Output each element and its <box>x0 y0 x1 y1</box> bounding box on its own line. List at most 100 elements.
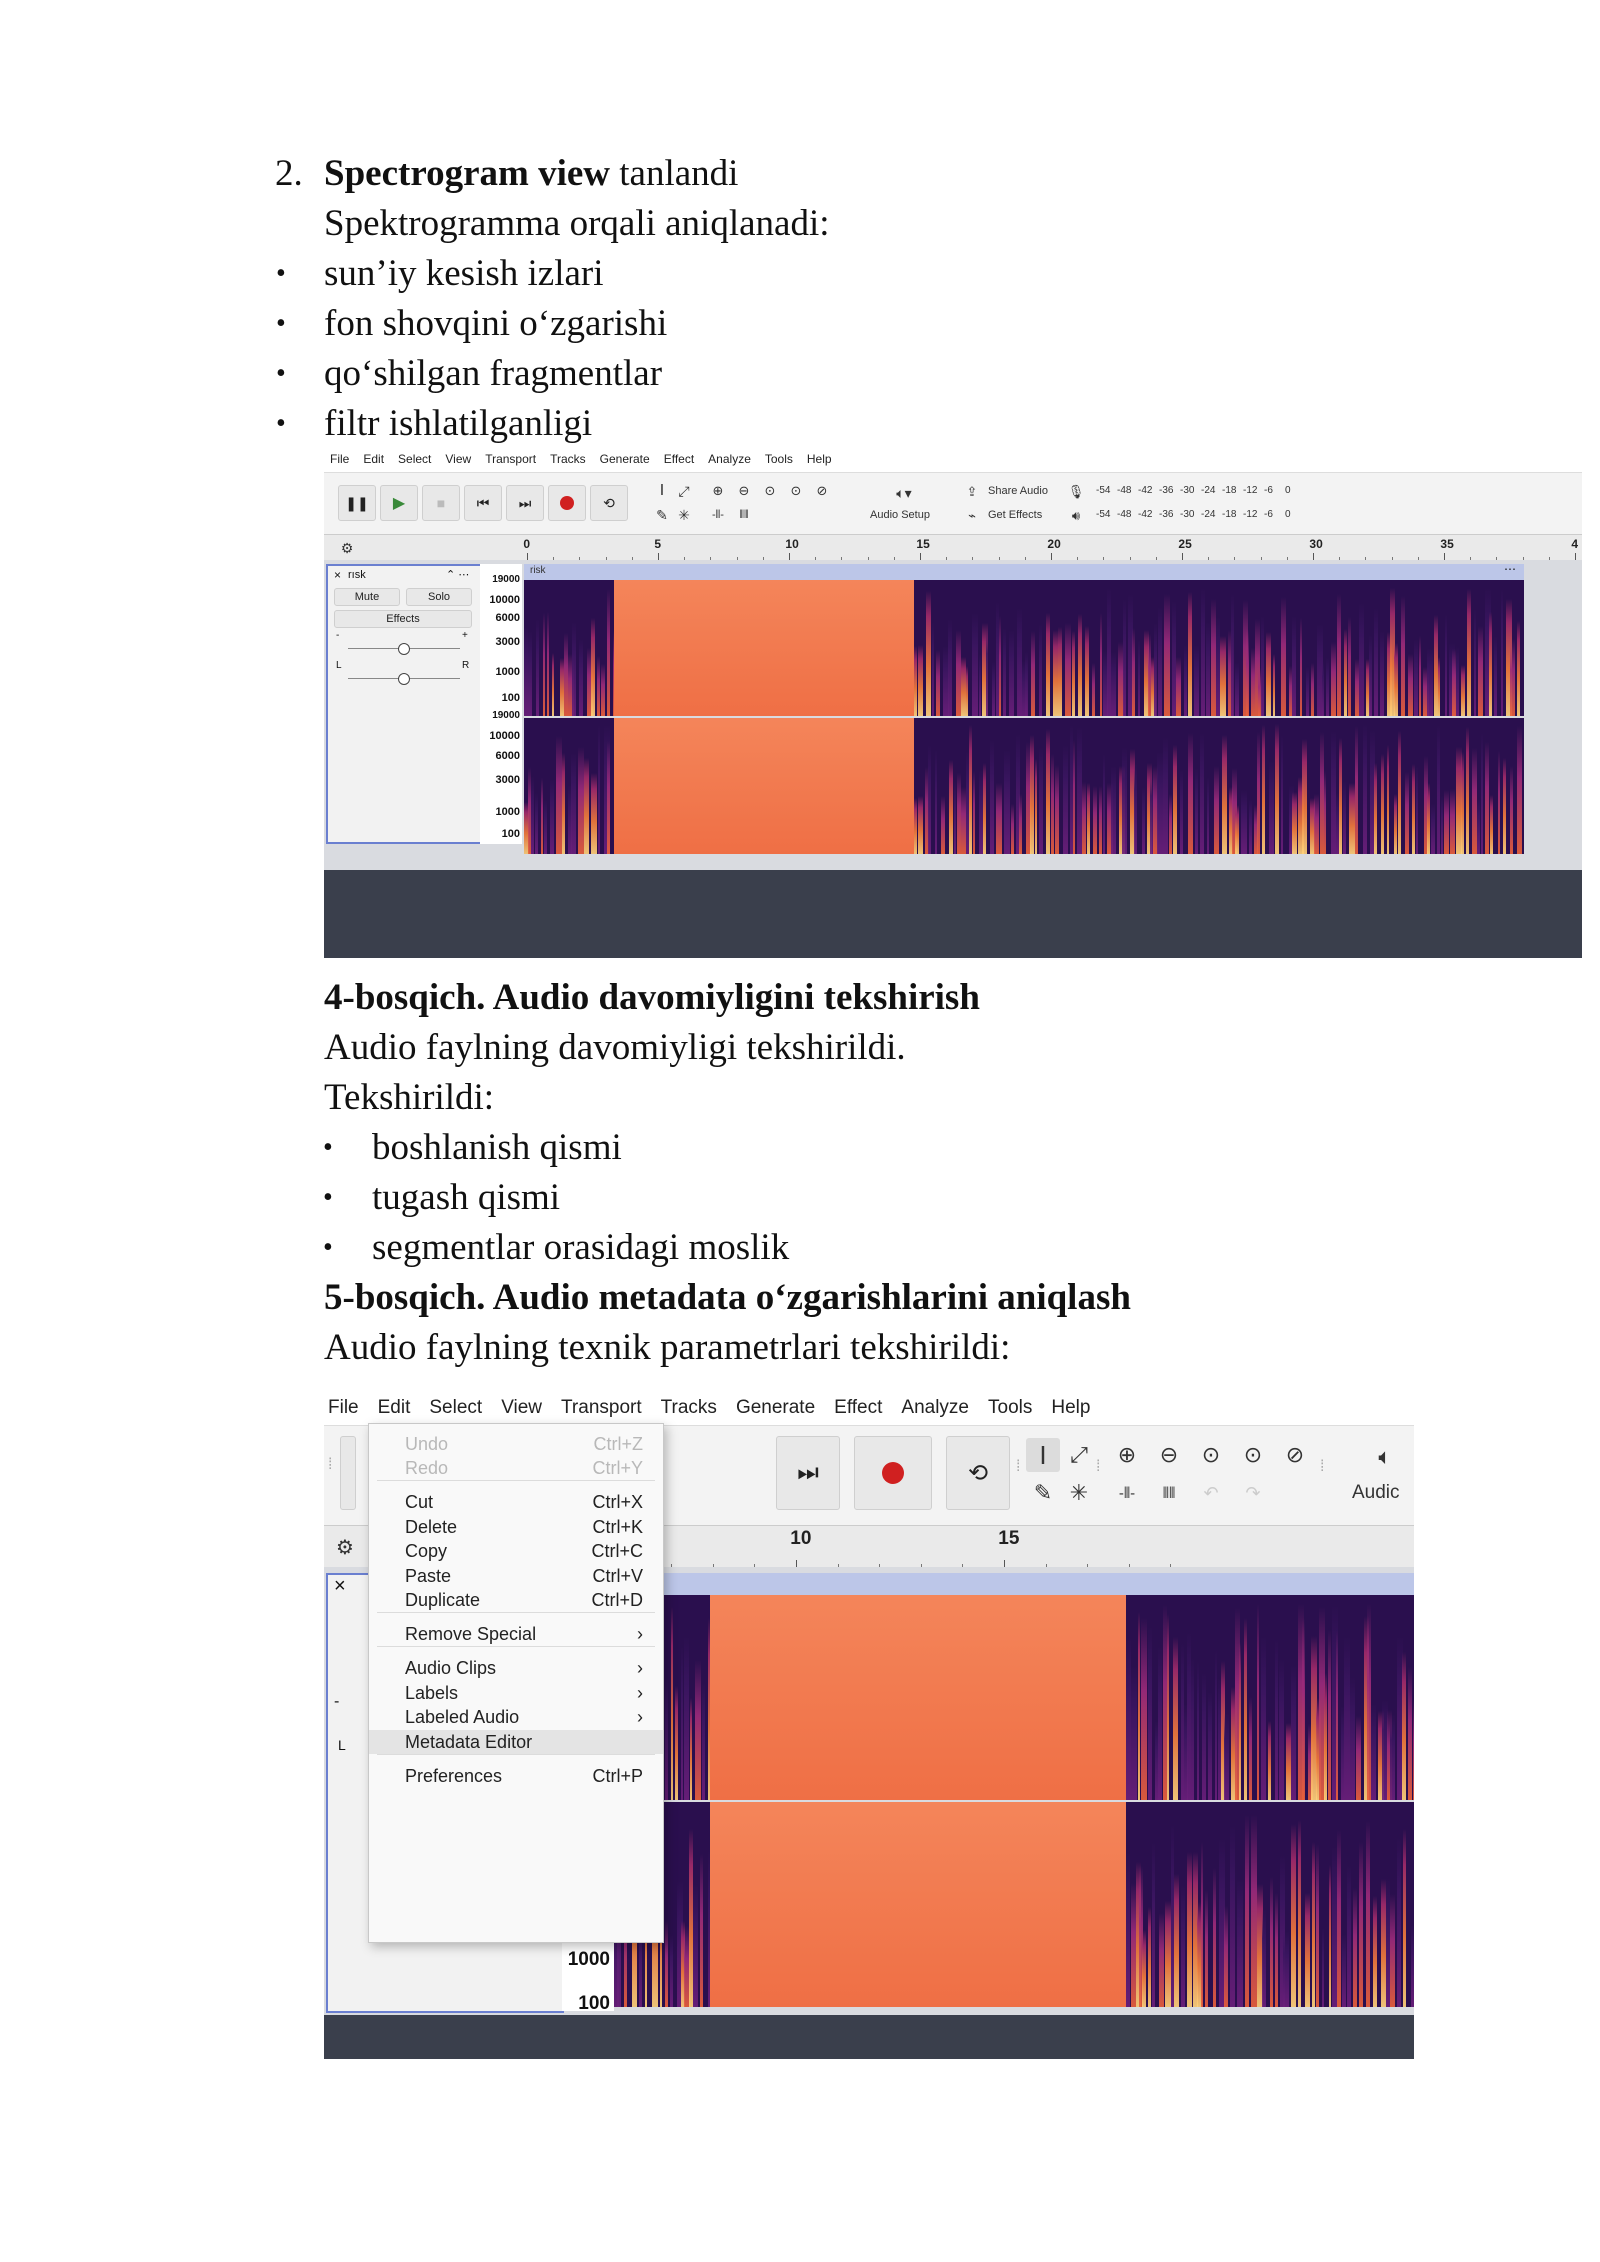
multi-tool-icon[interactable]: ✳ <box>674 505 694 525</box>
menu-select[interactable]: Select <box>429 1397 482 1421</box>
track-name[interactable]: rısk <box>348 569 366 581</box>
audio-setup-icon[interactable]: 🔈︎▾ <box>884 483 924 503</box>
close-track-icon[interactable]: × <box>334 568 341 582</box>
level-meters[interactable]: -54 -48 -42 -36 -30 -24 -18 -12 -6 0 -54 -48 -42 -36-… <box>1096 479 1316 529</box>
menu-item-preferences[interactable]: Preferences Ctrl+P <box>369 1764 663 1788</box>
menu-generate[interactable]: Generate <box>736 1397 815 1421</box>
menu-item-metadata-editor[interactable]: Metadata Editor <box>369 1730 663 1754</box>
mute-button[interactable]: Mute <box>334 588 400 606</box>
share-audio-button[interactable]: Share Audio <box>988 485 1048 497</box>
zoom-in-icon[interactable]: ⊕ <box>708 481 728 501</box>
gain-slider-thumb[interactable] <box>398 643 410 655</box>
fit-selection-icon[interactable]: ⊙ <box>760 481 780 501</box>
play-button[interactable]: ▶ <box>380 485 418 521</box>
selection-tool-icon[interactable]: I <box>1026 1438 1060 1472</box>
menu-item-cut[interactable]: Cut Ctrl+X <box>369 1490 663 1514</box>
multi-tool-icon[interactable]: ✳ <box>1062 1476 1096 1510</box>
clip-menu-icon[interactable]: ⋯ <box>1504 562 1516 576</box>
spectrogram-channel[interactable] <box>614 1802 1414 2007</box>
zoom-toggle-icon[interactable]: ⊘ <box>1280 1440 1310 1470</box>
speaker-icon[interactable]: 🔊︎ <box>1068 507 1084 525</box>
menu-analyze[interactable]: Analyze <box>901 1397 969 1421</box>
audio-setup-icon[interactable]: 🔈︎ <box>1370 1442 1400 1472</box>
trim-icon[interactable]: -⫴- <box>1112 1478 1142 1508</box>
effects-button[interactable]: Effects <box>334 610 472 628</box>
spectrogram-channel[interactable] <box>524 718 1524 854</box>
menu-item-copy[interactable]: Copy Ctrl+C <box>369 1539 663 1563</box>
clip-name[interactable]: risk <box>530 565 546 576</box>
pause-button[interactable]: ❚❚ <box>338 485 376 521</box>
menu-generate[interactable]: Generate <box>600 452 650 470</box>
record-button[interactable] <box>548 485 586 521</box>
collapse-icon[interactable]: ⌃ ⋯ <box>446 568 469 581</box>
clip-header[interactable]: risk ⋯ <box>524 562 1524 580</box>
menu-help[interactable]: Help <box>1051 1397 1090 1421</box>
microphone-icon[interactable]: 🎙︎ <box>1068 483 1085 501</box>
plug-icon[interactable]: ⌁ <box>964 507 980 525</box>
audio-setup-label[interactable]: Audic <box>1352 1482 1400 1504</box>
menu-item-undo[interactable]: Undo Ctrl+Z <box>369 1432 663 1456</box>
menu-tracks[interactable]: Tracks <box>550 452 586 470</box>
menu-item-labeled-audio[interactable]: Labeled Audio › <box>369 1705 663 1729</box>
menu-tools[interactable]: Tools <box>765 452 793 470</box>
pause-button[interactable] <box>340 1436 356 1510</box>
pan-slider-thumb[interactable] <box>398 673 410 685</box>
silence-icon[interactable]: ⫴⫴ <box>734 505 754 525</box>
audio-setup-label[interactable]: Audio Setup <box>870 509 930 521</box>
menu-tools[interactable]: Tools <box>988 1397 1032 1421</box>
menu-view[interactable]: View <box>445 452 471 470</box>
menu-file[interactable]: File <box>330 452 349 470</box>
menu-item-audio-clips[interactable]: Audio Clips › <box>369 1656 663 1680</box>
loop-button[interactable]: ⟲ <box>946 1436 1010 1510</box>
fit-project-icon[interactable]: ⊙ <box>1238 1440 1268 1470</box>
spectrogram-display[interactable] <box>614 1595 1414 2009</box>
frequency-scale[interactable]: 19000 10000 6000 3000 1000 100 19000 100… <box>480 564 522 844</box>
trim-icon[interactable]: -⫴- <box>708 505 728 525</box>
zoom-out-icon[interactable]: ⊖ <box>734 481 754 501</box>
menu-edit[interactable]: Edit <box>363 452 384 470</box>
menu-tracks[interactable]: Tracks <box>661 1397 717 1421</box>
spectrogram-channel[interactable] <box>614 1595 1414 1800</box>
spectrogram-channel[interactable] <box>524 580 1524 716</box>
menu-file[interactable]: File <box>328 1397 359 1421</box>
loop-button[interactable]: ⟲ <box>590 485 628 521</box>
envelope-tool-icon[interactable]: ⤢ <box>1062 1438 1096 1472</box>
skip-end-button[interactable]: ⏭ <box>506 485 544 521</box>
menu-help[interactable]: Help <box>807 452 832 470</box>
menu-analyze[interactable]: Analyze <box>708 452 751 470</box>
envelope-tool-icon[interactable]: ⤢ <box>674 481 694 501</box>
record-button[interactable] <box>854 1436 932 1510</box>
fit-selection-icon[interactable]: ⊙ <box>1196 1440 1226 1470</box>
skip-end-button[interactable]: ⏭ <box>776 1436 840 1510</box>
solo-button[interactable]: Solo <box>406 588 472 606</box>
menu-transport[interactable]: Transport <box>485 452 536 470</box>
share-icon[interactable]: ⇪ <box>964 483 980 501</box>
spectrogram-display[interactable] <box>524 580 1524 856</box>
zoom-out-icon[interactable]: ⊖ <box>1154 1440 1184 1470</box>
undo-icon[interactable]: ↶ <box>1196 1478 1226 1508</box>
menu-select[interactable]: Select <box>398 452 431 470</box>
skip-start-button[interactable]: ⏮ <box>464 485 502 521</box>
fit-project-icon[interactable]: ⊙ <box>786 481 806 501</box>
menu-effect[interactable]: Effect <box>664 452 694 470</box>
menu-view[interactable]: View <box>501 1397 542 1421</box>
redo-icon[interactable]: ↷ <box>1238 1478 1268 1508</box>
menu-edit[interactable]: Edit <box>378 1397 411 1421</box>
get-effects-button[interactable]: Get Effects <box>988 509 1042 521</box>
zoom-toggle-icon[interactable]: ⊘ <box>812 481 832 501</box>
menu-item-paste[interactable]: Paste Ctrl+V <box>369 1564 663 1588</box>
menu-item-delete[interactable]: Delete Ctrl+K <box>369 1515 663 1539</box>
menu-effect[interactable]: Effect <box>834 1397 882 1421</box>
menu-item-remove-special[interactable]: Remove Special › <box>369 1622 663 1646</box>
track-control-panel[interactable]: × rısk ⌃ ⋯ Mute Solo Effects - + L R <box>326 564 482 844</box>
close-track-icon[interactable]: × <box>334 1575 346 1598</box>
draw-tool-icon[interactable]: ✎ <box>1026 1476 1060 1510</box>
draw-tool-icon[interactable]: ✎ <box>652 505 672 525</box>
menu-item-redo[interactable]: Redo Ctrl+Y <box>369 1456 663 1480</box>
timeline-ruler[interactable]: ⚙ 0 5 10 15 20 25 30 35 4 <box>324 534 1582 562</box>
menu-item-duplicate[interactable]: Duplicate Ctrl+D <box>369 1588 663 1612</box>
clip-header[interactable] <box>614 1573 1414 1595</box>
stop-button[interactable]: ■ <box>422 485 460 521</box>
silence-icon[interactable]: ⫴⫴ <box>1154 1478 1184 1508</box>
menu-item-labels[interactable]: Labels › <box>369 1681 663 1705</box>
